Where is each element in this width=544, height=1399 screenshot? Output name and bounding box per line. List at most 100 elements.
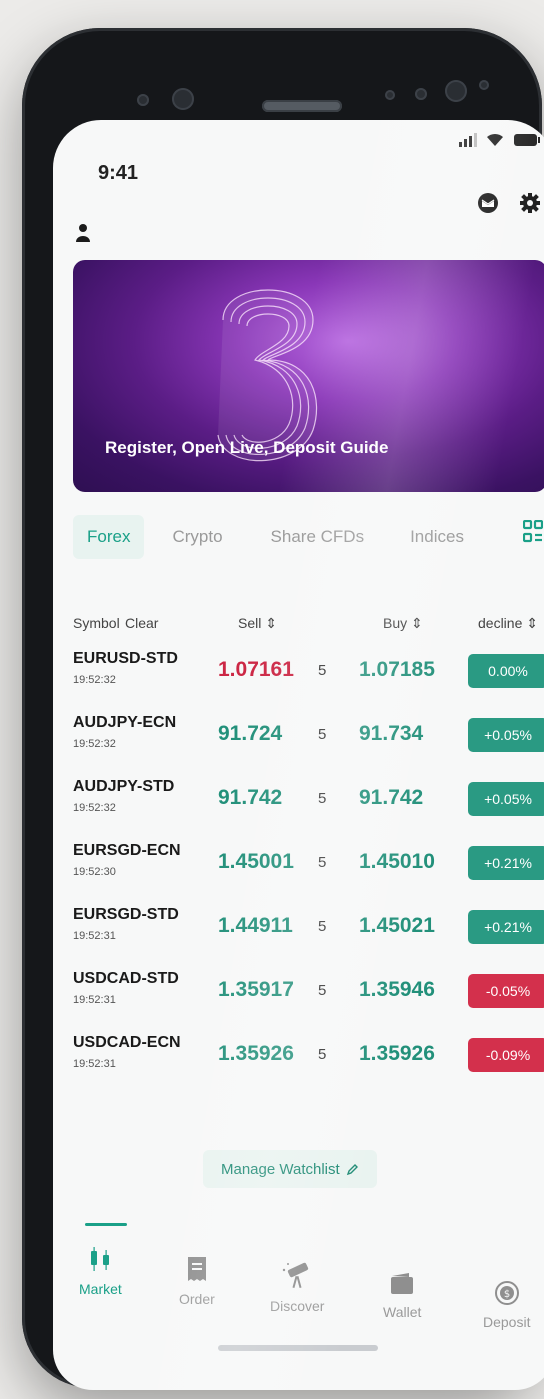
nav-market[interactable]: Market <box>79 1245 122 1297</box>
deposit-coin-icon: $ <box>494 1281 519 1305</box>
pencil-icon <box>346 1163 358 1175</box>
sensor-icon <box>385 90 395 100</box>
row-time: 19:52:32 <box>73 674 116 686</box>
table-row[interactable]: USDCAD-STD 19:52:31 1.35917 5 1.35946 -0… <box>73 970 544 1034</box>
row-symbol: USDCAD-ECN <box>73 1034 181 1051</box>
nav-wallet-label: Wallet <box>383 1304 422 1320</box>
row-spread: 5 <box>318 854 327 871</box>
row-spread: 5 <box>318 982 327 999</box>
nav-order[interactable]: Order <box>179 1255 215 1307</box>
row-symbol: EURSGD-STD <box>73 906 179 923</box>
nav-deposit[interactable]: $ Deposit <box>483 1280 530 1330</box>
earpiece-speaker <box>262 100 342 112</box>
col-decline-sort[interactable]: decline ⇕ <box>478 615 538 632</box>
wallet-icon <box>391 1273 414 1294</box>
row-change-badge: +0.05% <box>468 782 544 816</box>
candlestick-icon <box>91 1247 110 1271</box>
row-buy-price[interactable]: 91.734 <box>359 722 423 746</box>
col-buy-sort[interactable]: Buy ⇕ <box>383 615 423 632</box>
tab-indices[interactable]: Indices <box>396 515 478 559</box>
row-symbol: AUDJPY-ECN <box>73 714 177 731</box>
row-sell-price[interactable]: 1.44911 <box>218 914 293 938</box>
nav-wallet[interactable]: Wallet <box>383 1270 421 1320</box>
table-row[interactable]: EURUSD-STD 19:52:32 1.07161 5 1.07185 0.… <box>73 650 544 714</box>
row-spread: 5 <box>318 918 327 935</box>
row-symbol: USDCAD-STD <box>73 970 179 987</box>
row-change-badge: +0.21% <box>468 846 544 880</box>
row-sell-price[interactable]: 1.07161 <box>218 658 294 682</box>
header-actions <box>477 192 541 214</box>
row-symbol: EURUSD-STD <box>73 650 178 667</box>
nav-discover[interactable]: Discover <box>270 1260 324 1314</box>
front-camera-icon <box>172 88 194 110</box>
quotes-table: EURUSD-STD 19:52:32 1.07161 5 1.07185 0.… <box>73 650 544 1098</box>
row-change-badge: -0.09% <box>468 1038 544 1072</box>
row-change-badge: 0.00% <box>468 654 544 688</box>
nav-order-label: Order <box>179 1291 215 1307</box>
row-sell-price[interactable]: 91.742 <box>218 786 282 810</box>
row-buy-price[interactable]: 1.45021 <box>359 914 435 938</box>
wifi-icon <box>487 133 503 146</box>
row-time: 19:52:31 <box>73 930 116 942</box>
row-sell-price[interactable]: 91.724 <box>218 722 282 746</box>
battery-icon <box>514 134 540 146</box>
grid-menu-icon[interactable] <box>523 520 543 544</box>
row-time: 19:52:32 <box>73 802 116 814</box>
settings-gear-icon[interactable] <box>519 192 541 214</box>
col-sell-sort[interactable]: Sell ⇕ <box>238 615 277 632</box>
table-row[interactable]: EURSGD-STD 19:52:31 1.44911 5 1.45021 +0… <box>73 906 544 970</box>
sensor-icon <box>415 88 427 100</box>
row-symbol: EURSGD-ECN <box>73 842 181 859</box>
tab-share-cfds[interactable]: Share CFDs <box>257 515 379 559</box>
nav-discover-label: Discover <box>270 1298 325 1314</box>
iris-scanner-icon <box>445 80 467 102</box>
row-change-badge: +0.05% <box>468 718 544 752</box>
row-buy-price[interactable]: 1.07185 <box>359 658 435 682</box>
nav-market-label: Market <box>79 1281 122 1297</box>
clear-button[interactable]: Clear <box>125 615 158 631</box>
app-screen: 9:41 Register, Open Live, Deposit Guide … <box>53 120 544 1390</box>
row-time: 19:52:30 <box>73 866 116 878</box>
home-indicator[interactable] <box>218 1345 378 1351</box>
promo-banner[interactable]: Register, Open Live, Deposit Guide <box>73 260 544 492</box>
row-spread: 5 <box>318 726 327 743</box>
phone-top-sensors <box>117 68 497 128</box>
row-time: 19:52:31 <box>73 994 116 1006</box>
row-buy-price[interactable]: 91.742 <box>359 786 423 810</box>
receipt-icon <box>187 1257 206 1281</box>
table-row[interactable]: EURSGD-ECN 19:52:30 1.45001 5 1.45010 +0… <box>73 842 544 906</box>
row-time: 19:52:31 <box>73 1058 116 1070</box>
telescope-icon <box>283 1262 309 1289</box>
tab-forex[interactable]: Forex <box>73 515 145 559</box>
signal-icon <box>459 133 477 147</box>
row-symbol: AUDJPY-STD <box>73 778 175 795</box>
sensor-icon <box>479 80 489 90</box>
row-time: 19:52:32 <box>73 738 116 750</box>
sensor-icon <box>137 94 149 106</box>
col-symbol: Symbol <box>73 615 120 631</box>
row-sell-price[interactable]: 1.45001 <box>218 850 294 874</box>
row-buy-price[interactable]: 1.35946 <box>359 978 435 1002</box>
svg-text:$: $ <box>504 1289 510 1300</box>
table-row[interactable]: AUDJPY-STD 19:52:32 91.742 5 91.742 +0.0… <box>73 778 544 842</box>
status-bar: 9:41 <box>53 120 544 200</box>
nav-active-indicator <box>85 1223 127 1226</box>
row-spread: 5 <box>318 790 327 807</box>
row-buy-price[interactable]: 1.35926 <box>359 1042 435 1066</box>
manage-watchlist-label: Manage Watchlist <box>221 1160 340 1178</box>
row-buy-price[interactable]: 1.45010 <box>359 850 435 874</box>
market-tabs: Forex Crypto Share CFDs Indices <box>73 512 543 562</box>
table-row[interactable]: AUDJPY-ECN 19:52:32 91.724 5 91.734 +0.0… <box>73 714 544 778</box>
status-icons <box>459 132 541 147</box>
status-time: 9:41 <box>98 162 139 184</box>
user-profile-icon[interactable] <box>76 223 90 243</box>
row-change-badge: -0.05% <box>468 974 544 1008</box>
manage-watchlist-button[interactable]: Manage Watchlist <box>203 1150 377 1188</box>
row-sell-price[interactable]: 1.35926 <box>218 1042 294 1066</box>
row-sell-price[interactable]: 1.35917 <box>218 978 294 1002</box>
table-row[interactable]: USDCAD-ECN 19:52:31 1.35926 5 1.35926 -0… <box>73 1034 544 1098</box>
phone-frame: 9:41 Register, Open Live, Deposit Guide … <box>22 28 544 1390</box>
tab-crypto[interactable]: Crypto <box>158 515 236 559</box>
mail-icon[interactable] <box>477 192 499 214</box>
banner-title: Register, Open Live, Deposit Guide <box>105 438 389 457</box>
